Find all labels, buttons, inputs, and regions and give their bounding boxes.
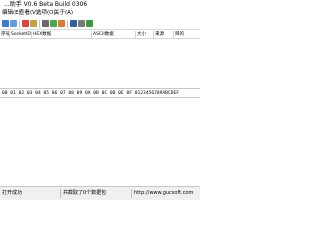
status-message: 打开成功 [2, 190, 23, 196]
table-header: 序号 SocketID HEX数据 ASCII数据 大小 来源 目的 [0, 31, 200, 39]
menu-bar: 编辑(E) 查看(V) 选项(O) 关于(A) [0, 9, 200, 18]
hex-view-header: 00 01 02 03 04 05 06 07 08 09 0A 0B 0C 0… [0, 90, 200, 98]
grid-icon[interactable] [50, 20, 57, 27]
clear-icon[interactable] [42, 20, 49, 27]
website-link[interactable]: http://www.gucsoft.com [132, 187, 200, 200]
toolbar [0, 18, 200, 30]
column-header-ascii-data[interactable]: ASCII数据 [92, 31, 136, 39]
toolbar-separator [67, 20, 68, 28]
hex-offset-ruler: 00 01 02 03 04 05 06 07 08 09 0A 0B 0C 0… [2, 91, 180, 96]
refresh-icon[interactable] [86, 20, 93, 27]
back-icon[interactable] [2, 20, 9, 27]
filter-icon[interactable] [58, 20, 65, 27]
column-header-size[interactable]: 大小 [136, 31, 154, 39]
menu-about[interactable]: 关于(A) [54, 10, 73, 17]
status-bar: 打开成功 共截取了0个数据包 http://www.gucsoft.com [0, 186, 200, 200]
start-capture-icon[interactable] [22, 20, 29, 27]
pause-icon[interactable] [30, 20, 37, 27]
title-bar: ...助手 V0.6 Beta Build 0306 [0, 0, 200, 9]
hex-view-content[interactable] [0, 99, 200, 186]
column-header-hex-data[interactable]: HEX数据 [32, 31, 92, 39]
column-header-source[interactable]: 来源 [154, 31, 174, 39]
column-header-destination[interactable]: 目的 [174, 31, 200, 39]
packet-table[interactable]: 序号 SocketID HEX数据 ASCII数据 大小 来源 目的 [0, 31, 200, 89]
menu-options[interactable]: 选项(O) [36, 10, 56, 17]
toolbar-separator [19, 20, 20, 28]
find-icon[interactable] [70, 20, 77, 27]
toolbar-separator [39, 20, 40, 28]
settings-icon[interactable] [78, 20, 85, 27]
packet-count-status: 共截取了0个数据包 [63, 190, 107, 196]
window-title: ...助手 V0.6 Beta Build 0306 [4, 1, 88, 8]
column-header-index[interactable]: 序号 [0, 31, 10, 39]
forward-icon[interactable] [10, 20, 17, 27]
column-header-socket-id[interactable]: SocketID [10, 31, 32, 39]
menu-edit[interactable]: 编辑(E) [2, 10, 21, 17]
